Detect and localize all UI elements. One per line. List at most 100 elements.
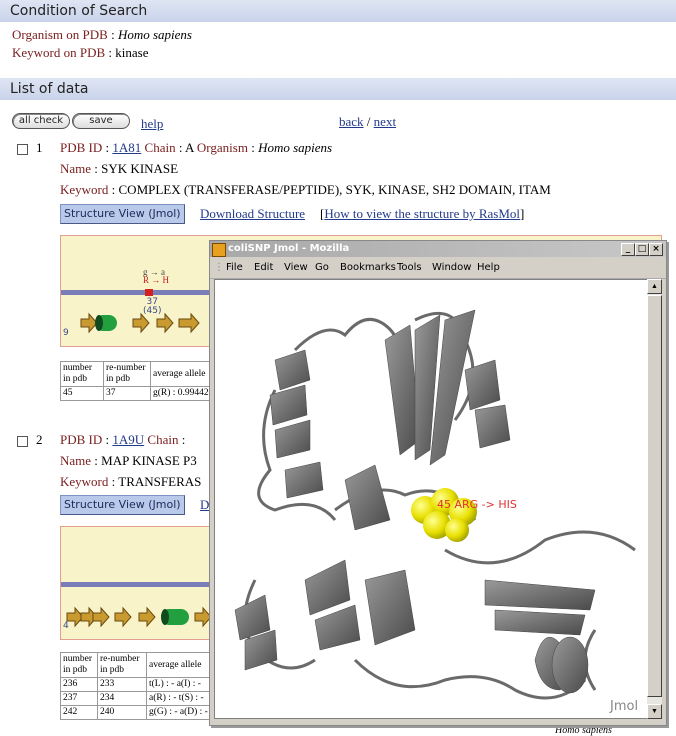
chain-label: Chain bbox=[144, 140, 176, 155]
name-label: Name bbox=[60, 453, 92, 468]
cell: 45 bbox=[60, 386, 104, 401]
organism-condition: Organism on PDB : Homo sapiens bbox=[12, 27, 192, 43]
back-link[interactable]: back bbox=[339, 114, 364, 129]
organism-value: Homo sapiens bbox=[258, 140, 333, 155]
toolbar-grip-icon: ⋮ bbox=[214, 262, 224, 273]
snp-marker bbox=[145, 289, 153, 296]
entry-1-keyword: Keyword : COMPLEX (TRANSFERASE/PEPTIDE),… bbox=[60, 182, 551, 198]
condition-header: Condition of Search bbox=[0, 0, 676, 22]
entry-1-name: Name : SYK KINASE bbox=[60, 161, 178, 177]
strand-arrow bbox=[80, 312, 98, 334]
sep: : bbox=[175, 140, 185, 155]
entry-2-checkbox[interactable] bbox=[17, 436, 28, 447]
sep: : bbox=[105, 45, 116, 60]
menu-file[interactable]: File bbox=[226, 258, 243, 278]
cell: 233 bbox=[97, 677, 147, 692]
strand-arrow bbox=[156, 312, 174, 334]
menu-bookmarks[interactable]: Bookmarks bbox=[340, 258, 396, 278]
name-label: Name bbox=[60, 161, 92, 176]
download-structure-link[interactable]: Download Structure bbox=[200, 206, 305, 222]
th-number: number in pdb bbox=[60, 652, 98, 678]
sep: : bbox=[102, 140, 113, 155]
next-link[interactable]: next bbox=[374, 114, 396, 129]
keyword-label: Keyword on PDB bbox=[12, 45, 106, 60]
jmol-watermark: Jmol bbox=[609, 699, 638, 714]
list-header: List of data bbox=[0, 78, 676, 100]
scroll-down-icon[interactable]: ▼ bbox=[647, 704, 662, 719]
menu-edit[interactable]: Edit bbox=[254, 258, 273, 278]
entry-2-keyword: Keyword : TRANSFERAS bbox=[60, 474, 201, 490]
pdb-id-label: PDB ID bbox=[60, 432, 103, 447]
strand-arrow bbox=[92, 606, 110, 628]
keyword-value: kinase bbox=[115, 45, 149, 60]
all-check-button[interactable]: all check bbox=[12, 113, 70, 129]
strand-arrow bbox=[114, 606, 132, 628]
organism-cell-partial: Homo sapiens bbox=[555, 725, 612, 736]
pagination: back / next bbox=[339, 114, 396, 130]
mutation-residue-spheres[interactable] bbox=[411, 488, 477, 542]
snp-aminoacid: R → H bbox=[143, 275, 170, 285]
entry-2-index: 2 bbox=[36, 432, 43, 447]
cell: 240 bbox=[97, 705, 147, 720]
cell: 236 bbox=[60, 677, 98, 692]
strand-arrow bbox=[138, 606, 156, 628]
entry-1-checkbox[interactable] bbox=[17, 144, 28, 155]
help-link[interactable]: help bbox=[141, 116, 163, 132]
window-titlebar[interactable]: coliSNP Jmol - Mozilla _ □ × bbox=[210, 241, 666, 257]
entry-2-pdb-line: PDB ID : 1A9U Chain : bbox=[60, 432, 185, 448]
jmol-viewer[interactable]: 45 ARG -> HIS Jmol bbox=[214, 279, 648, 719]
sep: : bbox=[108, 182, 119, 197]
menu-go[interactable]: Go bbox=[315, 258, 329, 278]
helix-cap bbox=[95, 315, 103, 331]
maximize-icon[interactable]: □ bbox=[635, 243, 649, 256]
organism-value: Homo sapiens bbox=[117, 27, 192, 42]
save-button[interactable]: save bbox=[72, 113, 130, 129]
sep: : bbox=[107, 27, 118, 42]
menu-view[interactable]: View bbox=[284, 258, 308, 278]
howto-wrapper: [How to view the structure by RasMol] bbox=[320, 206, 525, 221]
menu-help[interactable]: Help bbox=[477, 258, 500, 278]
slash: / bbox=[363, 114, 374, 129]
pdb-id-link[interactable]: 1A81 bbox=[112, 140, 141, 155]
organism-label: Organism bbox=[196, 140, 248, 155]
keyword-label: Keyword bbox=[60, 182, 109, 197]
minimize-icon[interactable]: _ bbox=[621, 243, 635, 256]
menu-window[interactable]: Window bbox=[432, 258, 471, 278]
organism-label: Organism on PDB bbox=[12, 27, 108, 42]
keyword-value: COMPLEX (TRANSFERASE/PEPTIDE), SYK, KINA… bbox=[118, 182, 551, 197]
keyword-condition: Keyword on PDB : kinase bbox=[12, 45, 149, 61]
strand-arrow bbox=[178, 312, 200, 334]
window-title: coliSNP Jmol - Mozilla bbox=[228, 243, 350, 254]
menu-bar: ⋮ File Edit View Go Bookmarks Tools Wind… bbox=[210, 258, 666, 279]
keyword-label: Keyword bbox=[60, 474, 109, 489]
snp-annotation: g → a R → H bbox=[143, 268, 170, 285]
pdb-id-label: PDB ID bbox=[60, 140, 103, 155]
cell: 234 bbox=[97, 691, 147, 706]
vertical-scrollbar[interactable]: ▲ ▼ bbox=[647, 279, 662, 719]
sep: : bbox=[91, 161, 102, 176]
howto-rasmol-link[interactable]: How to view the structure by RasMol bbox=[324, 206, 520, 221]
structure-view-button-2[interactable]: Structure View (Jmol) bbox=[60, 495, 185, 515]
entry-1-pdb-line: PDB ID : 1A81 Chain : A Organism : Homo … bbox=[60, 140, 332, 156]
pdb-id-link[interactable]: 1A9U bbox=[112, 432, 144, 447]
keyword-value: TRANSFERAS bbox=[118, 474, 202, 489]
name-value: MAP KINASE P3 bbox=[101, 453, 197, 468]
protein-structure[interactable]: 45 ARG -> HIS Jmol bbox=[215, 280, 647, 718]
chain-label: Chain bbox=[147, 432, 179, 447]
th-renumber: re-number in pdb bbox=[97, 652, 147, 678]
cell: 237 bbox=[60, 691, 98, 706]
jmol-window[interactable]: coliSNP Jmol - Mozilla _ □ × ⋮ File Edit… bbox=[209, 240, 667, 726]
secondary-structure bbox=[66, 606, 211, 628]
download-structure-link-2[interactable]: D bbox=[200, 497, 209, 513]
close-icon[interactable]: × bbox=[649, 243, 663, 256]
sep: : bbox=[178, 432, 186, 447]
scroll-thumb[interactable] bbox=[647, 295, 662, 697]
helix-cap bbox=[161, 609, 169, 625]
entry-1-index: 1 bbox=[36, 140, 43, 155]
sep: : bbox=[247, 140, 259, 155]
menu-tools[interactable]: Tools bbox=[397, 258, 422, 278]
scroll-up-icon[interactable]: ▲ bbox=[647, 279, 662, 294]
structure-view-button[interactable]: Structure View (Jmol) bbox=[60, 204, 185, 224]
th-renumber: re-number in pdb bbox=[103, 361, 151, 387]
secondary-structure bbox=[80, 312, 200, 334]
